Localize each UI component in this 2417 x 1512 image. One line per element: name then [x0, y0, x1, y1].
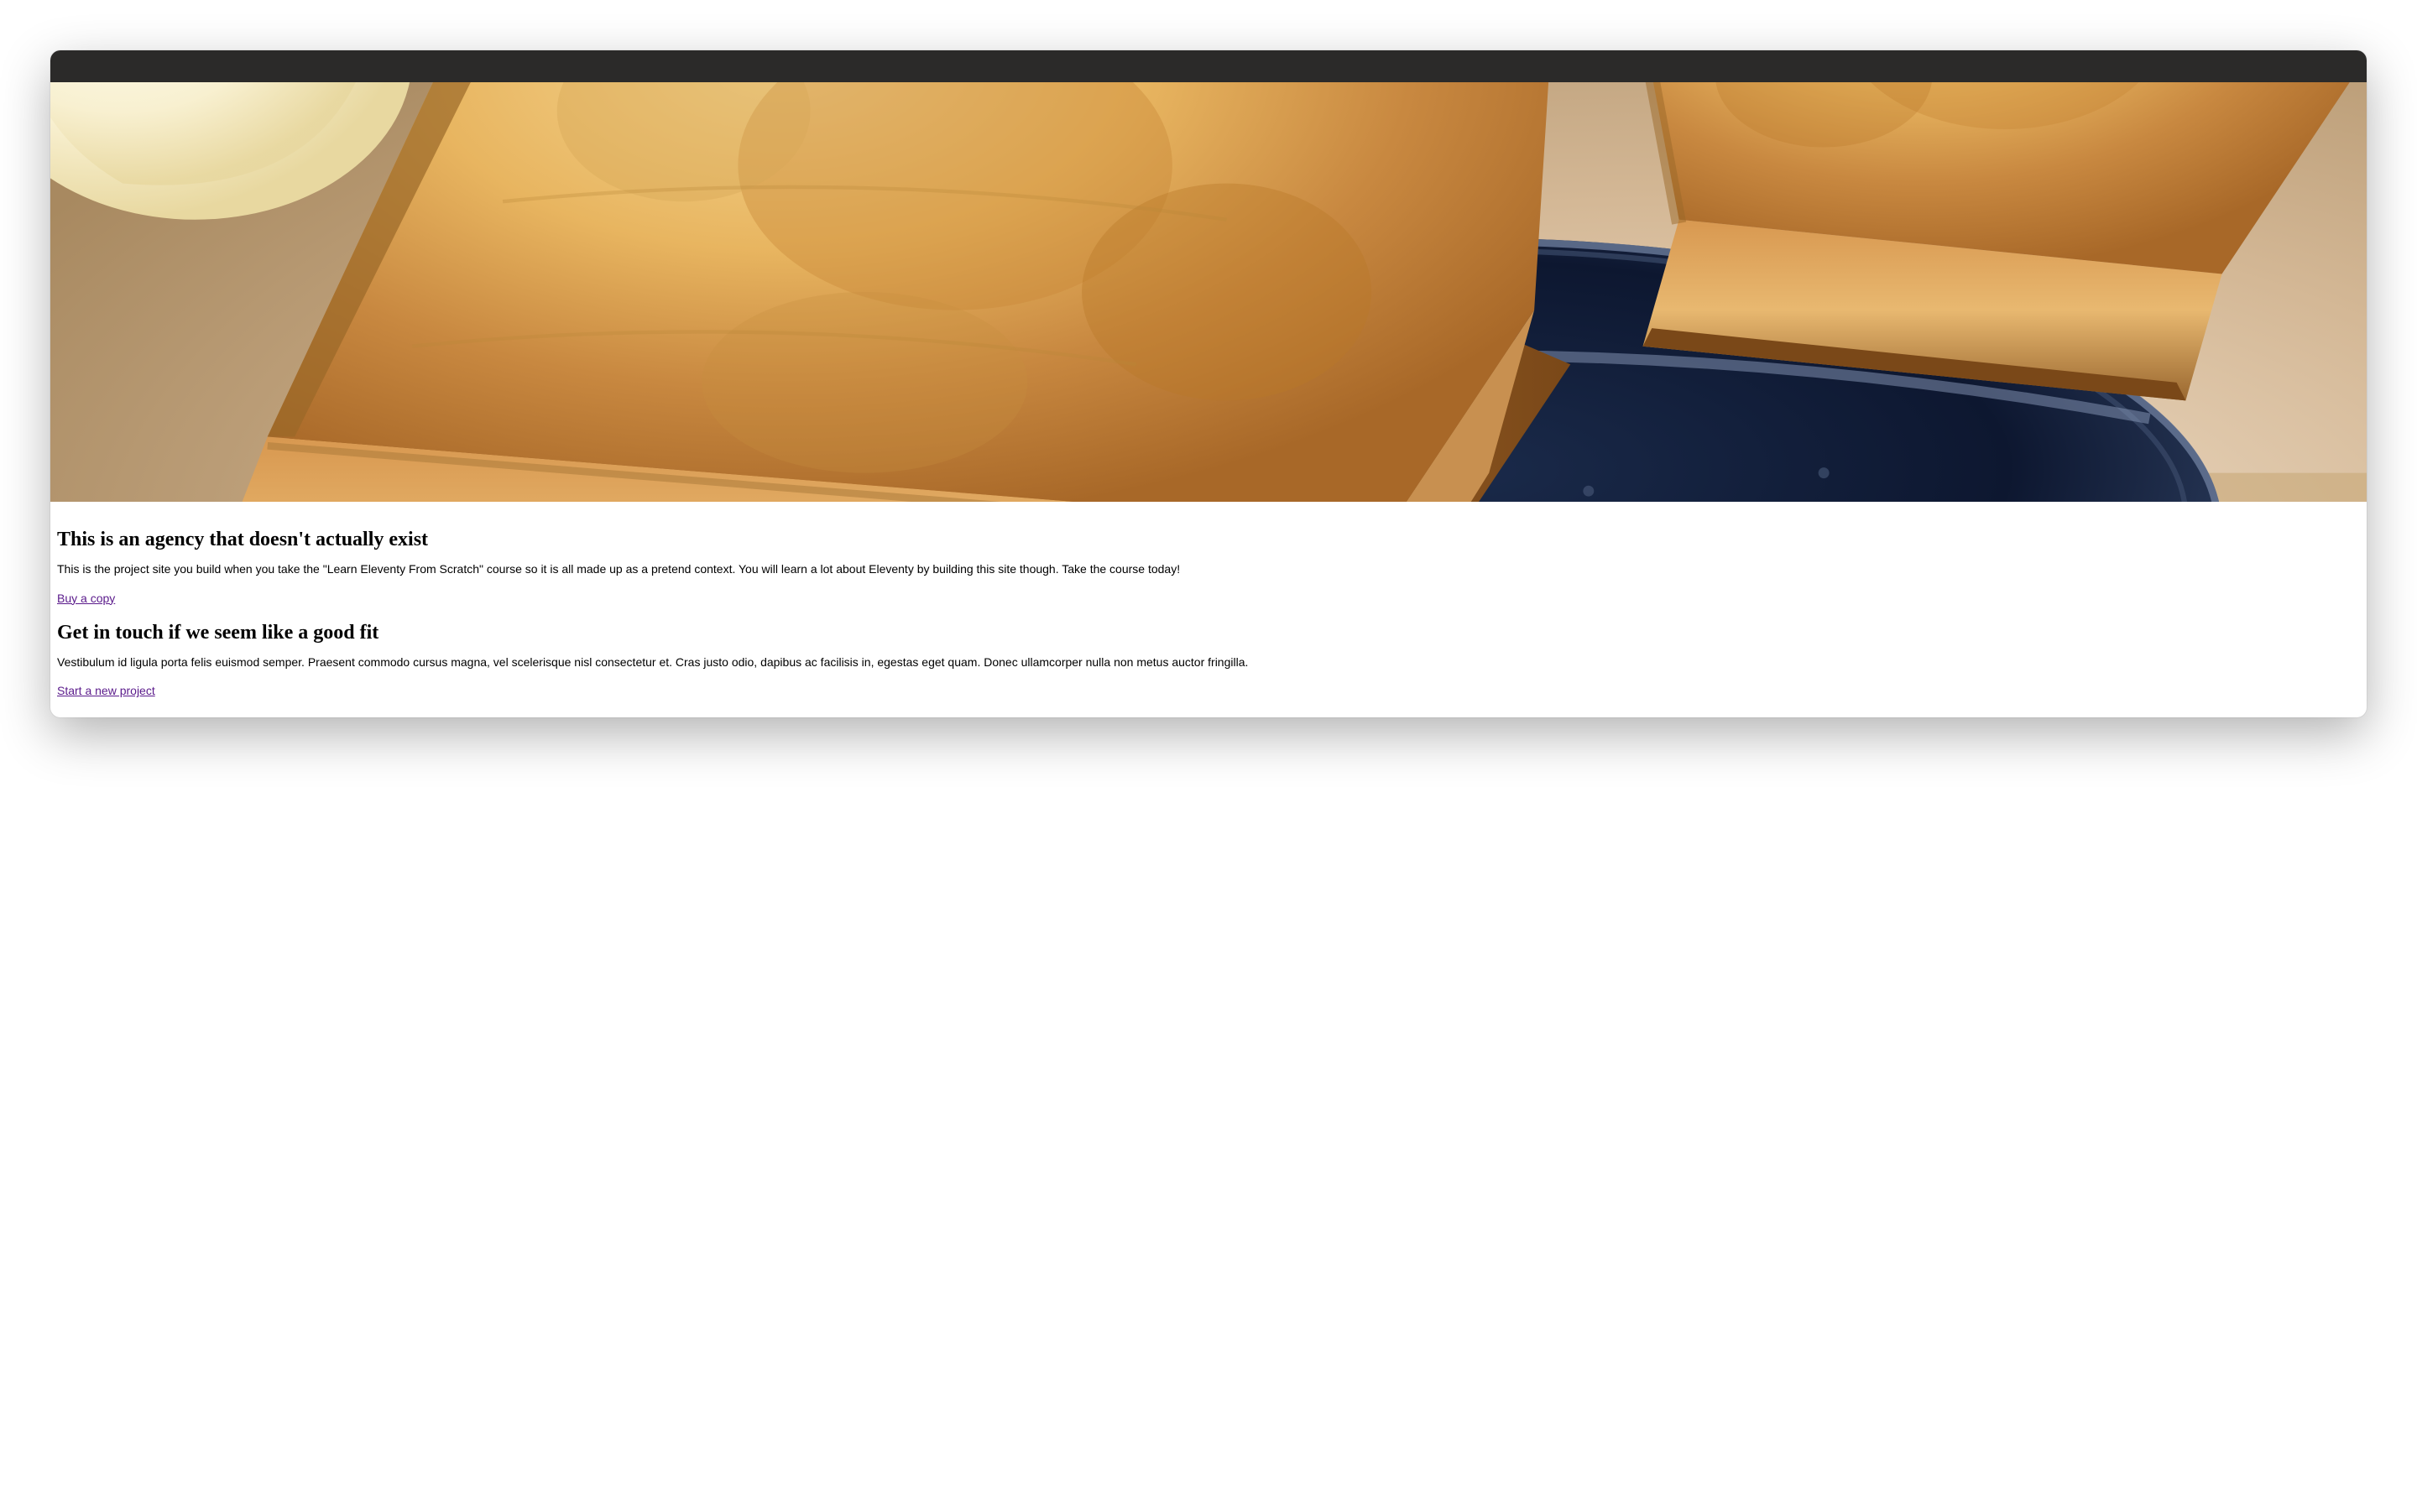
section-heading-2: Get in touch if we seem like a good fit	[57, 622, 2360, 644]
buy-link[interactable]: Buy a copy	[57, 592, 115, 605]
section-heading-1: This is an agency that doesn't actually …	[57, 529, 2360, 551]
page-content: This is an agency that doesn't actually …	[50, 502, 2367, 717]
hero-image	[50, 82, 2367, 502]
browser-window: This is an agency that doesn't actually …	[50, 50, 2367, 717]
start-project-link[interactable]: Start a new project	[57, 684, 155, 697]
section-paragraph-1: This is the project site you build when …	[57, 561, 2360, 578]
window-titlebar	[50, 50, 2367, 82]
toast-illustration	[50, 82, 2367, 502]
section-paragraph-2: Vestibulum id ligula porta felis euismod…	[57, 654, 2360, 671]
